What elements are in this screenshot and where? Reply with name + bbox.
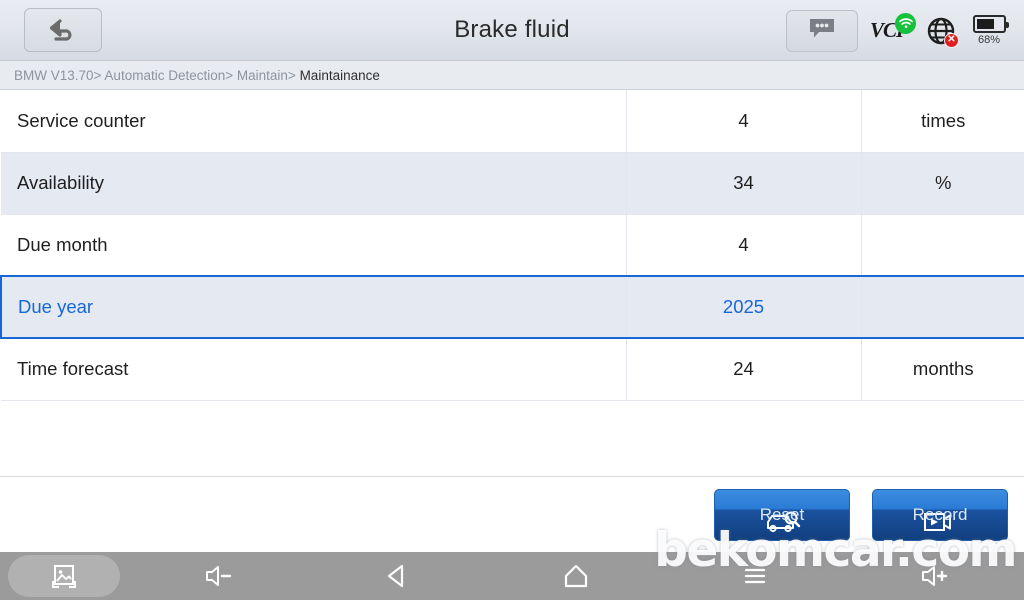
nav-volume-down-button[interactable] <box>128 552 307 600</box>
system-nav-bar <box>0 552 1024 600</box>
breadcrumb-separator: > <box>287 67 296 83</box>
battery-percent: 68% <box>977 34 1001 46</box>
table-row[interactable]: Availability 34% <box>1 152 1024 215</box>
row-value: 4 <box>626 90 862 153</box>
breadcrumb-separator: > <box>93 67 102 83</box>
battery-icon <box>972 15 1009 33</box>
status-area: VCI ✕ 68% <box>786 0 1010 61</box>
row-unit: times <box>861 90 1024 153</box>
home-icon <box>561 562 591 590</box>
row-unit <box>861 214 1024 277</box>
battery-indicator: 68% <box>968 15 1010 46</box>
volume-up-icon <box>917 562 951 590</box>
row-unit: months <box>861 338 1024 401</box>
table-row[interactable]: Due year 2025 <box>0 275 1024 339</box>
vci-status: VCI <box>870 12 916 46</box>
reset-button-label: Reset <box>759 504 805 524</box>
action-bar: Reset Record <box>0 476 1024 552</box>
breadcrumb-segment[interactable]: Automatic Detection <box>101 68 225 83</box>
table-row[interactable]: Due month 4 <box>1 214 1024 277</box>
chat-bubble-icon <box>808 17 836 44</box>
nav-volume-up-button[interactable] <box>845 552 1024 600</box>
breadcrumb-separator: > <box>225 67 234 83</box>
wifi-connected-icon <box>895 12 916 34</box>
table-row[interactable]: Time forecast 24 months <box>1 338 1024 401</box>
breadcrumb-segment[interactable]: BMW V13.70 <box>14 68 94 83</box>
battery-fill <box>976 19 994 29</box>
title-bar: Brake fluid VCI ✕ 68% <box>0 0 1024 61</box>
row-value: 34 <box>626 152 862 215</box>
breadcrumb-segment: Maintainance <box>295 67 380 83</box>
screenshot-icon <box>49 561 79 591</box>
record-button-label: Record <box>912 504 968 524</box>
breadcrumb-segment[interactable]: Maintain <box>233 68 288 83</box>
row-value: 24 <box>626 338 862 401</box>
reset-button[interactable]: Reset <box>714 488 850 541</box>
row-unit: % <box>861 152 1024 215</box>
volume-down-icon <box>201 562 235 590</box>
row-unit <box>861 275 1024 339</box>
row-label: Due month <box>1 214 627 277</box>
record-button[interactable]: Record <box>872 488 1008 541</box>
back-triangle-icon <box>382 562 412 590</box>
row-value: 2025 <box>626 275 862 339</box>
table-row[interactable]: Service counter 4 times <box>1 90 1024 153</box>
network-status: ✕ <box>926 16 959 48</box>
nav-menu-button[interactable] <box>666 552 845 600</box>
back-arrow-icon <box>46 17 80 43</box>
menu-icon <box>740 562 770 590</box>
nav-home-button[interactable] <box>486 552 665 600</box>
app-root: Brake fluid VCI ✕ 68% BMW V13.70 > Autom… <box>0 0 1024 600</box>
back-button[interactable] <box>24 8 102 52</box>
breadcrumb[interactable]: BMW V13.70 > Automatic Detection > Maintai… <box>0 61 1024 90</box>
row-label: Time forecast <box>1 338 627 401</box>
no-internet-x-icon: ✕ <box>944 32 959 48</box>
row-value: 4 <box>626 214 862 277</box>
nav-back-button[interactable] <box>307 552 486 600</box>
chat-button[interactable] <box>786 9 858 52</box>
row-label: Service counter <box>1 90 627 153</box>
row-label: Availability <box>1 152 627 215</box>
maintenance-table: Service counter 4 times Availability 34% Due … <box>0 90 1024 401</box>
nav-screenshot-button[interactable] <box>8 555 120 597</box>
row-label: Due year <box>0 275 627 339</box>
